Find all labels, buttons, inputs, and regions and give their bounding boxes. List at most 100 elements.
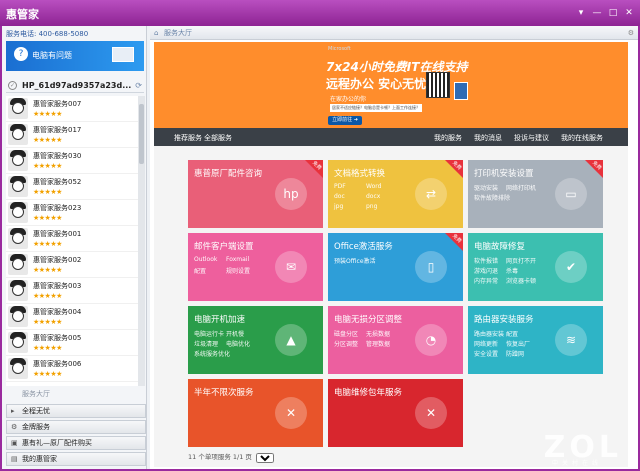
list-item[interactable]: 惠管家服务030 ★★★★★ xyxy=(6,148,138,174)
agent-name: 惠管家服务007 xyxy=(33,100,82,108)
agent-list: 惠管家服务007 ★★★★★ 惠管家服务017 ★★★★★ 惠管家服务030 ★★★★★ 惠… xyxy=(6,96,138,386)
avatar xyxy=(8,150,28,171)
rating-stars: ★★★★★ xyxy=(33,188,62,196)
minimize-icon[interactable]: — xyxy=(592,8,602,18)
agent-list-scrollbar[interactable] xyxy=(138,96,145,386)
avatar xyxy=(8,332,28,353)
tile-title: 电脑开机加速 xyxy=(194,315,246,325)
nav-header: 服务大厅 xyxy=(22,390,50,398)
agent-name: 惠管家服务002 xyxy=(33,256,82,264)
hero-banner[interactable]: Microsoft 7x24小时免费IT在线支持 远程办公 安心无忧 在家办公的… xyxy=(154,42,628,128)
tile-subitem: jpg xyxy=(334,203,344,210)
nav-item-my[interactable]: ▤ 我的惠管家 xyxy=(6,452,146,466)
service-tile[interactable]: 文档格式转换 PDF Word doc docx jpg png ⇄ 免费 xyxy=(328,160,463,228)
tile-title: 路由器安装服务 xyxy=(474,315,534,325)
banner-text: 电脑有问题 xyxy=(32,51,72,60)
service-icon: ▭ xyxy=(555,178,587,210)
tile-subitem: 分区调整 xyxy=(334,341,359,348)
agent-name: 惠管家服务017 xyxy=(33,126,82,134)
hero-subtitle: 远程办公 安心无忧 xyxy=(326,77,427,91)
tile-subitem: 配置 xyxy=(194,268,207,275)
rating-stars: ★★★★★ xyxy=(33,370,62,378)
nav-item-huiyouli[interactable]: ▣ 惠有礼—原厂配件购买 xyxy=(6,436,146,450)
help-icon: ? xyxy=(14,47,28,61)
right-panel: ⌂ 服务大厅 ⚙ Microsoft 7x24小时免费IT在线支持 远程办公 安… xyxy=(150,26,638,469)
service-tile[interactable]: 路由器安装服务 路由器安装 配置 网络更新 恢复出厂 安全设置 防蹭网 ≋ xyxy=(468,306,603,374)
page-select[interactable]: 1 xyxy=(256,453,275,463)
arrow-icon: ▸ xyxy=(11,407,15,415)
list-item[interactable]: 惠管家服务006 ★★★★★ xyxy=(6,356,138,382)
hero-button[interactable]: 立即前往 ➜ xyxy=(328,116,362,125)
tile-subitem: 浏览器卡顿 xyxy=(506,278,537,285)
service-tile[interactable]: Office激活服务 预装Office激活 ▯ 免费 xyxy=(328,233,463,301)
tile-subitem: 驱动安装 xyxy=(474,185,499,192)
app-title: 惠管家 xyxy=(6,8,39,21)
service-icon: ⇄ xyxy=(415,178,447,210)
tile-title: 电脑无损分区调整 xyxy=(334,315,403,325)
avatar xyxy=(8,306,28,327)
service-tile[interactable]: 电脑开机加速 电脑运行卡 开机慢 垃圾清理 电脑优化 系统服务优化 ▲ xyxy=(188,306,323,374)
avatar xyxy=(8,202,28,223)
rating-stars: ★★★★★ xyxy=(33,214,62,222)
nav-my-online[interactable]: 我的在线服务 xyxy=(561,133,603,143)
microsoft-brand: Microsoft xyxy=(328,46,351,52)
tile-subitem: png xyxy=(366,203,378,210)
menu-icon[interactable]: ▾ xyxy=(576,8,586,18)
scrollbar-thumb[interactable] xyxy=(139,104,144,164)
tab-service-hall[interactable]: ⌂ 服务大厅 ⚙ xyxy=(150,26,638,40)
menu-icon: ▤ xyxy=(11,455,18,463)
app-frame: 服务电话: 400-688-5080 ? 电脑有问题 ✓ HP_61d97ad9… xyxy=(2,26,638,469)
service-tile[interactable]: 打印机安装设置 驱动安装 网络打印机 软件故障排除 ▭ 免费 xyxy=(468,160,603,228)
agent-name: 惠管家服务006 xyxy=(33,360,82,368)
avatar xyxy=(8,98,28,119)
tile-subitem: 杀毒 xyxy=(506,268,519,275)
status-icon: ✓ xyxy=(8,81,17,90)
list-item[interactable]: 惠管家服务052 ★★★★★ xyxy=(6,174,138,200)
tile-subitem: 配置 xyxy=(506,331,519,338)
nav-all-services[interactable]: 全部服务 xyxy=(204,133,232,143)
nav-my-services[interactable]: 我的服务 xyxy=(434,133,462,143)
nav-recommended[interactable]: 推荐服务 xyxy=(174,133,202,143)
service-tile[interactable]: 电脑无损分区调整 磁盘分区 无损数据 分区调整 管理数据 ◔ xyxy=(328,306,463,374)
tile-subitem: 管理数据 xyxy=(366,341,391,348)
tile-title: 惠普原厂配件咨询 xyxy=(194,169,263,179)
list-item[interactable]: 惠管家服务003 ★★★★★ xyxy=(6,278,138,304)
settings-icon[interactable]: ⚙ xyxy=(628,26,634,40)
tile-subitem: 路由器安装 xyxy=(474,331,505,338)
list-item[interactable]: 惠管家服务017 ★★★★★ xyxy=(6,122,138,148)
service-tile[interactable]: 邮件客户端设置 Outlook Foxmail 配置 规则设置 ✉ xyxy=(188,233,323,301)
nav-my-messages[interactable]: 我的消息 xyxy=(474,133,502,143)
service-tile[interactable]: 电脑故障修复 软件报错 网页打不开 游戏闪退 杀毒 内存异常 浏览器卡顿 ✔ xyxy=(468,233,603,301)
rating-stars: ★★★★★ xyxy=(33,162,62,170)
service-icon: ✔ xyxy=(555,251,587,283)
nav-item-jinpai[interactable]: ⚙ 金牌服务 xyxy=(6,420,146,434)
rating-stars: ★★★★★ xyxy=(33,266,62,274)
nav-label: 我的惠管家 xyxy=(22,455,57,463)
tile-subitem: Word xyxy=(366,183,382,190)
service-tile[interactable]: 惠普原厂配件咨询 hp 免费 xyxy=(188,160,323,228)
list-item[interactable]: 惠管家服务023 ★★★★★ xyxy=(6,200,138,226)
list-item[interactable]: 惠管家服务002 ★★★★★ xyxy=(6,252,138,278)
tile-title: 邮件客户端设置 xyxy=(194,242,254,252)
avatar xyxy=(8,358,28,379)
tile-subitem: 规则设置 xyxy=(226,268,251,275)
list-item[interactable]: 惠管家服务007 ★★★★★ xyxy=(6,96,138,122)
close-icon[interactable]: ✕ xyxy=(624,8,634,18)
promo-banner[interactable]: ? 电脑有问题 xyxy=(6,41,144,71)
tile-title: 文档格式转换 xyxy=(334,169,386,179)
service-tile[interactable]: 电脑维修包年服务 ✕ xyxy=(328,379,463,447)
tile-subitem: 预装Office激活 xyxy=(334,258,376,265)
cart-icon: ▣ xyxy=(11,439,18,447)
maximize-icon[interactable]: □ xyxy=(608,8,618,18)
nav-feedback[interactable]: 投诉与建议 xyxy=(514,133,549,143)
list-item[interactable]: 惠管家服务001 ★★★★★ xyxy=(6,226,138,252)
service-tile[interactable]: 半年不限次服务 ✕ xyxy=(188,379,323,447)
hero-faq: 居家不适应链接？电脑总是卡顿？上面工作连接？ xyxy=(330,104,422,112)
gear-icon: ⚙ xyxy=(11,423,18,431)
tile-subitem: 开机慢 xyxy=(226,331,245,338)
list-item[interactable]: 惠管家服务005 ★★★★★ xyxy=(6,330,138,356)
nav-item-quancheng[interactable]: ▸ 全程无忧 xyxy=(6,404,146,418)
refresh-icon[interactable]: ⟳ xyxy=(135,81,142,90)
site-navbar: 推荐服务 全部服务 我的服务 我的消息 投诉与建议 我的在线服务 xyxy=(154,128,628,146)
list-item[interactable]: 惠管家服务004 ★★★★★ xyxy=(6,304,138,330)
